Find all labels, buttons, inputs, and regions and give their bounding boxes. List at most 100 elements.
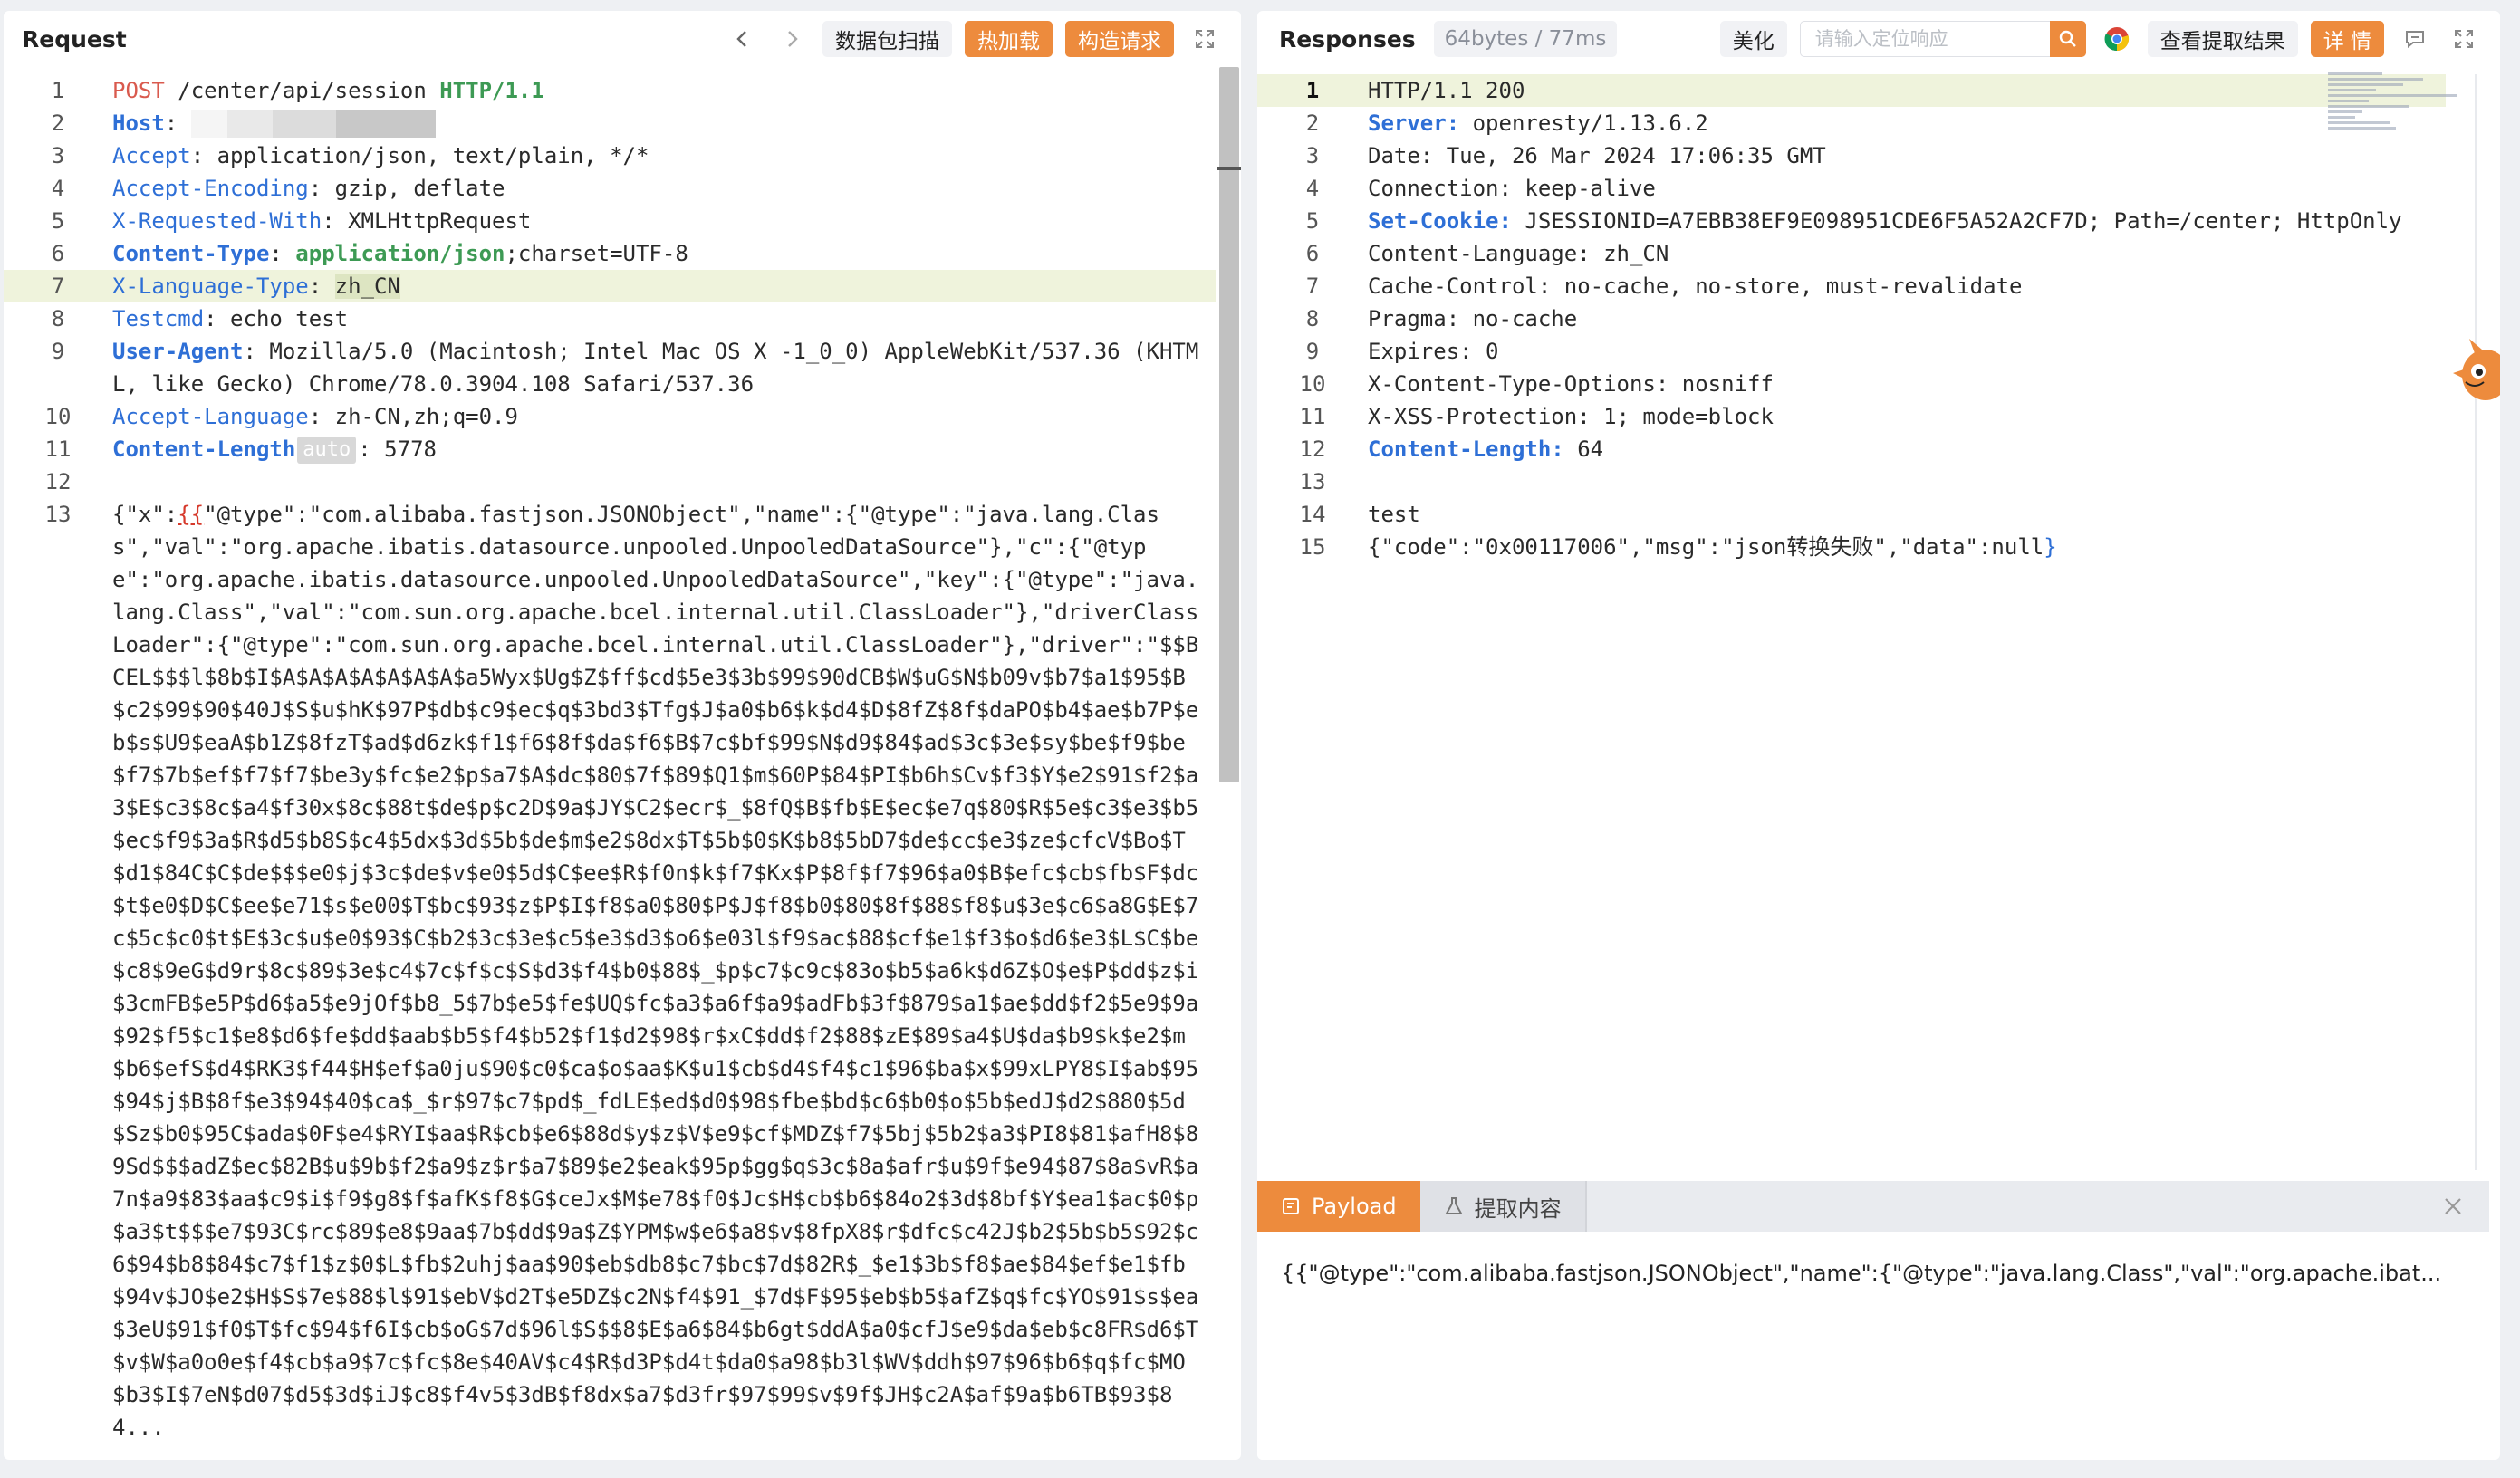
code-line[interactable]: 4 Accept-Encoding: gzip, deflate <box>4 172 1216 205</box>
code-token: Server: <box>1368 110 1460 136</box>
line-number: 12 <box>44 469 72 494</box>
code-line[interactable]: 15 {"code":"0x00117006","msg":"json转换失败",… <box>1257 531 2446 563</box>
code-token: {"code":"0x00117006","msg":"json转换失败","d… <box>1368 534 2044 560</box>
code-line[interactable]: 10 X-Content-Type-Options: nosniff <box>1257 368 2446 400</box>
code-line[interactable]: 9 User-Agent: Mozilla/5.0 (Macintosh; Int… <box>4 335 1216 400</box>
line-number: 15 <box>1299 534 1326 560</box>
code-line[interactable]: 14 test <box>1257 498 2446 531</box>
request-scrollbar[interactable] <box>1219 67 1239 782</box>
comment-icon[interactable] <box>2397 21 2433 57</box>
code-line[interactable]: 11 Content-Length auto: 5778 <box>4 433 1216 465</box>
code-line[interactable]: 7 X-Language-Type: zh_CN <box>4 270 1216 302</box>
code-token: : <box>308 274 335 299</box>
request-title: Request <box>22 25 127 53</box>
code-minimap[interactable] <box>2328 72 2464 136</box>
line-content: Host: <box>112 107 1216 139</box>
code-line[interactable]: 12 <box>4 465 1216 498</box>
code-line[interactable]: 7 Cache-Control: no-cache, no-store, must… <box>1257 270 2446 302</box>
code-line[interactable]: 5 X-Requested-With: XMLHttpRequest <box>4 205 1216 237</box>
code-token: Pragma: no-cache <box>1368 306 1578 331</box>
response-meta-badge: 64bytes / 77ms <box>1433 21 1618 57</box>
code-token: "@type":"com.alibaba.fastjson.JSONObject… <box>112 502 1199 1440</box>
code-token: Content-Type <box>112 241 270 266</box>
code-line[interactable]: 2 Host: <box>4 107 1216 139</box>
response-scrollbar[interactable] <box>2475 74 2477 1170</box>
packet-scan-button[interactable]: 数据包扫描 <box>822 21 952 57</box>
line-number: 6 <box>51 241 65 266</box>
line-content: Content-Type: application/json;charset=U… <box>112 237 1216 270</box>
flask-icon <box>1444 1197 1463 1214</box>
code-line[interactable]: 1 HTTP/1.1 200 <box>1257 74 2446 107</box>
request-editor[interactable]: 1 POST /center/api/session HTTP/1.1 2 Host:… <box>4 74 1216 1460</box>
line-number: 13 <box>44 502 72 527</box>
response-search-input[interactable] <box>1799 21 2050 57</box>
code-line[interactable]: 4 Connection: keep-alive <box>1257 172 2446 205</box>
line-content: X-XSS-Protection: 1; mode=block <box>1368 400 2446 433</box>
line-content: X-Language-Type: zh_CN <box>112 270 1216 302</box>
chrome-icon[interactable] <box>2099 21 2135 57</box>
code-line[interactable]: 8 Pragma: no-cache <box>1257 302 2446 335</box>
code-line[interactable]: 8 Testcmd: echo test <box>4 302 1216 335</box>
hot-load-button[interactable]: 热加载 <box>965 21 1053 57</box>
code-line[interactable]: 3 Date: Tue, 26 Mar 2024 17:06:35 GMT <box>1257 139 2446 172</box>
code-token: X-Language-Type <box>112 274 309 299</box>
payload-content[interactable]: {{"@type":"com.alibaba.fastjson.JSONObje… <box>1281 1261 2471 1286</box>
code-token: Date: Tue, 26 Mar 2024 17:06:35 GMT <box>1368 143 1826 168</box>
line-content: test <box>1368 498 2446 531</box>
line-number: 11 <box>1299 404 1326 429</box>
request-panel: Request 数据包扫描 热加载 构造请求 1 POST /center/api… <box>4 11 1241 1460</box>
code-line[interactable]: 13 {"x":{{"@type":"com.alibaba.fastjson.J… <box>4 498 1216 1444</box>
code-token: : echo test <box>204 306 349 331</box>
line-number: 10 <box>44 404 72 429</box>
line-number: 12 <box>1299 437 1326 462</box>
code-line[interactable]: 11 X-XSS-Protection: 1; mode=block <box>1257 400 2446 433</box>
line-content: Set-Cookie: JSESSIONID=A7EBB38EF9E098951… <box>1368 205 2446 237</box>
line-number: 3 <box>1305 143 1320 168</box>
line-content: {"x":{{"@type":"com.alibaba.fastjson.JSO… <box>112 498 1216 1444</box>
code-token: : Mozilla/5.0 (Macintosh; Intel Mac OS X… <box>112 339 1199 397</box>
search-icon[interactable] <box>2049 21 2086 57</box>
response-header: Responses 64bytes / 77ms 美化 查看提取结果 <box>1257 11 2500 67</box>
close-icon[interactable] <box>2440 1194 2466 1219</box>
line-content: Connection: keep-alive <box>1368 172 2446 205</box>
construct-request-button[interactable]: 构造请求 <box>1065 21 1174 57</box>
code-token: application/json <box>295 241 505 266</box>
code-token: Accept <box>112 143 191 168</box>
line-number: 4 <box>1305 176 1320 201</box>
code-line[interactable]: 2 Server: openresty/1.13.6.2 <box>1257 107 2446 139</box>
mascot-icon[interactable] <box>2448 333 2500 420</box>
line-number: 7 <box>51 274 65 299</box>
code-line[interactable]: 9 Expires: 0 <box>1257 335 2446 368</box>
code-token: : application/json, text/plain, */* <box>190 143 649 168</box>
expand-icon[interactable] <box>1187 21 1223 57</box>
line-number: 13 <box>1299 469 1326 494</box>
code-line[interactable]: 12 Content-Length: 64 <box>1257 433 2446 465</box>
code-token: JSESSIONID=A7EBB38EF9E098951CDE6F5A52A2C… <box>1511 208 2402 234</box>
chevron-right-icon[interactable] <box>774 21 810 57</box>
code-token: {{ <box>178 502 205 527</box>
code-token: openresty/1.13.6.2 <box>1459 110 1708 136</box>
redacted-host <box>190 110 436 138</box>
view-extract-button[interactable]: 查看提取结果 <box>2147 21 2298 57</box>
code-line[interactable]: 13 <box>1257 465 2446 498</box>
code-token: Accept-Encoding <box>112 176 309 201</box>
beautify-button[interactable]: 美化 <box>1719 21 1787 57</box>
detail-button[interactable]: 详 情 <box>2310 21 2384 57</box>
line-number: 2 <box>1305 110 1320 136</box>
code-line[interactable]: 1 POST /center/api/session HTTP/1.1 <box>4 74 1216 107</box>
code-token: : gzip, deflate <box>308 176 505 201</box>
code-line[interactable]: 6 Content-Type: application/json;charset=… <box>4 237 1216 270</box>
code-line[interactable]: 3 Accept: application/json, text/plain, *… <box>4 139 1216 172</box>
code-token: Content-Length <box>112 437 296 462</box>
line-number: 8 <box>1305 306 1320 331</box>
code-line[interactable]: 10 Accept-Language: zh-CN,zh;q=0.9 <box>4 400 1216 433</box>
code-line[interactable]: 6 Content-Language: zh_CN <box>1257 237 2446 270</box>
expand-icon[interactable] <box>2446 21 2482 57</box>
line-content: X-Content-Type-Options: nosniff <box>1368 368 2446 400</box>
response-editor[interactable]: 1 HTTP/1.1 200 2 Server: openresty/1.13.6.2… <box>1257 74 2446 1175</box>
line-number: 10 <box>1299 371 1326 397</box>
chevron-left-icon[interactable] <box>725 21 761 57</box>
code-line[interactable]: 5 Set-Cookie: JSESSIONID=A7EBB38EF9E09895… <box>1257 205 2446 237</box>
tab-payload[interactable]: Payload <box>1257 1181 1420 1232</box>
tab-extract[interactable]: 提取内容 <box>1419 1181 1587 1232</box>
